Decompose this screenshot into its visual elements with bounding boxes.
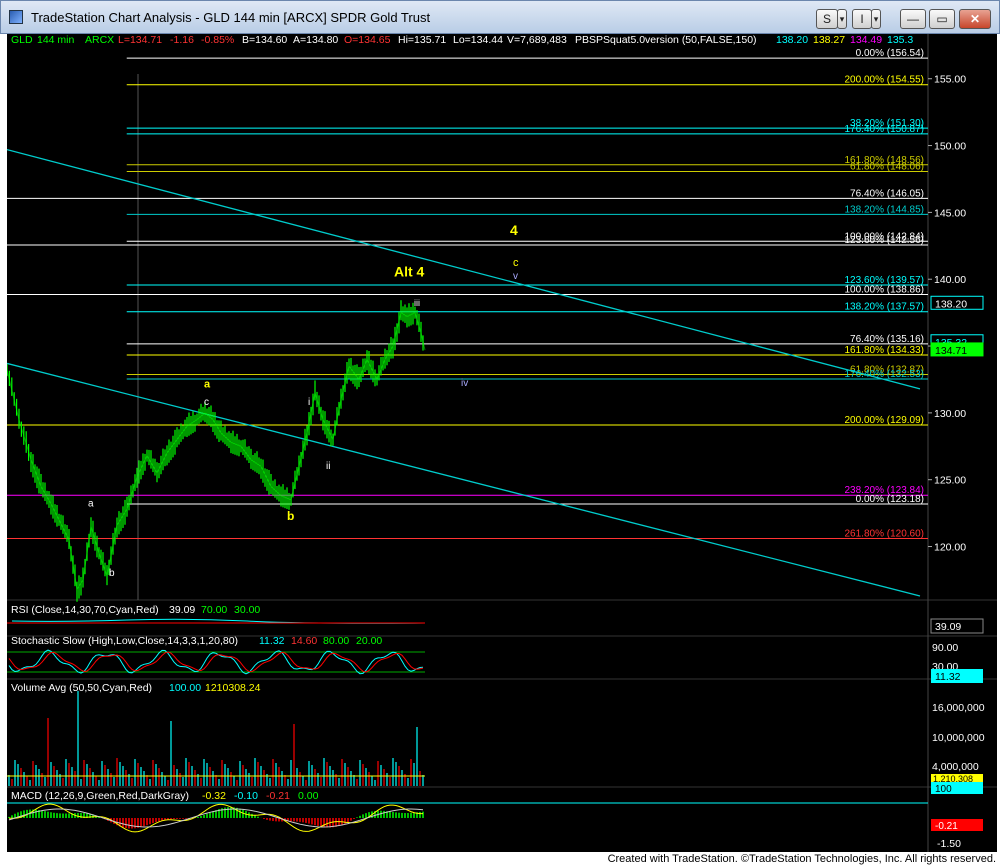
chart-area[interactable]: GLD 144 min ARCX L=134.71 -1.16 -0.85% B…: [6, 34, 997, 852]
header-exchange: ARCX: [85, 34, 114, 46]
header-change-pct: -0.85%: [201, 34, 234, 46]
volume-marker-b: 100: [935, 784, 952, 795]
header-ind-v3: 134.49: [850, 34, 882, 46]
fib-label: 0.00% (123.18): [856, 494, 924, 505]
header-ind-v1: 138.20: [776, 34, 808, 46]
stoch-d: 14.60: [291, 635, 317, 647]
rsi-title: RSI (Close,14,30,70,Cyan,Red): [11, 604, 159, 616]
stoch-marker: 11.32: [935, 671, 961, 683]
wave-label: 4: [510, 222, 518, 238]
macd-v3: -0.21: [266, 790, 290, 802]
fib-label: 176.40% (150.87): [844, 124, 924, 135]
footer-copyright: Created with TradeStation. ©TradeStation…: [0, 852, 1000, 867]
rsi-upper: 70.00: [201, 604, 227, 616]
header-bid: B=134.60: [242, 34, 287, 46]
wave-label: Alt 4: [394, 264, 425, 280]
fib-label: 61.80% (148.06): [850, 161, 924, 172]
volume-title: Volume Avg (50,50,Cyan,Red): [11, 682, 152, 694]
header-volume: V=7,689,483: [507, 34, 567, 46]
header-ind-v4: 135.3: [887, 34, 913, 46]
header-low: Lo=134.44: [453, 34, 503, 46]
header-symbol: GLD: [11, 34, 33, 46]
header-interval: 144 min: [37, 34, 75, 46]
price-marker-label: 138.20: [935, 298, 967, 310]
stoch-upper: 80.00: [323, 635, 349, 647]
volume-tick-10m: 10,000,000: [932, 732, 985, 744]
pin-dropdown-button[interactable]: ▾: [871, 9, 881, 29]
stoch-tick-90: 90.00: [932, 642, 958, 654]
macd-v1: -0.32: [202, 790, 226, 802]
rsi-lower: 30.00: [234, 604, 260, 616]
volume-v1: 100.00: [169, 682, 201, 694]
wave-label: c: [513, 257, 519, 269]
maximize-button[interactable]: ▭: [929, 9, 955, 29]
macd-v4: 0.00: [298, 790, 319, 802]
wave-label: iv: [461, 378, 468, 389]
fib-label: 261.80% (120.60): [844, 529, 924, 540]
rsi-marker: 39.09: [935, 621, 961, 633]
header-last: L=134.71: [118, 34, 162, 46]
rsi-value: 39.09: [169, 604, 195, 616]
header-ask: A=134.80: [293, 34, 338, 46]
stoch-title: Stochastic Slow (High,Low,Close,14,3,3,1…: [11, 635, 238, 647]
header-indicator: PBSPSquat5.0version (50,FALSE,150): [575, 34, 757, 46]
minimize-button[interactable]: —: [900, 9, 926, 29]
axis-tick-label: 145.00: [934, 207, 966, 219]
axis-tick-label: 120.00: [934, 542, 966, 554]
fib-label: 123.60% (142.56): [844, 235, 924, 246]
window-titlebar: TradeStation Chart Analysis - GLD 144 mi…: [0, 0, 1000, 34]
volume-tick-4m: 4,000,000: [932, 761, 979, 773]
axis-tick-label: 155.00: [934, 74, 966, 86]
wave-label: iii: [414, 298, 420, 308]
fib-label: 200.00% (129.09): [844, 415, 924, 426]
axis-tick-label: 130.00: [934, 408, 966, 420]
pin-button[interactable]: I: [852, 9, 872, 29]
stoch-k: 11.32: [259, 635, 285, 647]
price-marker-label: 134.71: [935, 345, 967, 357]
fib-label: 100.00% (138.86): [844, 284, 924, 295]
header-ind-v2: 138.27: [813, 34, 845, 46]
header-open: O=134.65: [344, 34, 391, 46]
macd-marker: -0.21: [935, 821, 958, 832]
wave-label: b: [287, 509, 294, 523]
volume-tick-16m: 16,000,000: [932, 702, 985, 714]
macd-title: MACD (12,26,9,Green,Red,DarkGray): [11, 790, 189, 802]
fib-label: 76.40% (146.05): [850, 188, 924, 199]
s-button[interactable]: S: [816, 9, 838, 29]
axis-tick-label: 140.00: [934, 274, 966, 286]
chart-svg[interactable]: GLD 144 min ARCX L=134.71 -1.16 -0.85% B…: [6, 34, 997, 852]
fib-label: 138.20% (144.85): [844, 204, 924, 215]
wave-label: v: [513, 271, 518, 282]
wave-label: a: [88, 498, 94, 509]
stoch-lower: 20.00: [356, 635, 382, 647]
fib-label: 0.00% (156.54): [856, 48, 924, 59]
wave-label: ii: [326, 461, 330, 472]
axis-tick-label: 150.00: [934, 141, 966, 153]
fib-label: 176.40% (132.53): [844, 369, 924, 380]
header-high: Hi=135.71: [398, 34, 446, 46]
wave-label: i: [308, 397, 310, 408]
fib-label: 200.00% (154.55): [844, 75, 924, 86]
macd-tick: -1.50: [937, 838, 961, 850]
tradestation-app-icon: [9, 10, 23, 24]
fib-label: 76.40% (135.16): [850, 334, 924, 345]
close-button[interactable]: ✕: [959, 9, 991, 29]
wave-label: a: [204, 378, 211, 390]
window-title: TradeStation Chart Analysis - GLD 144 mi…: [31, 10, 431, 25]
wave-label: c: [204, 397, 209, 408]
volume-v2: 1210308.24: [205, 682, 261, 694]
axis-tick-label: 125.00: [934, 475, 966, 487]
fib-label: 161.80% (134.33): [844, 345, 924, 356]
header-change: -1.16: [170, 34, 194, 46]
s-dropdown-button[interactable]: ▾: [837, 9, 847, 29]
macd-v2: -0.10: [234, 790, 258, 802]
fib-label: 138.20% (137.57): [844, 302, 924, 313]
wave-label: b: [109, 568, 115, 579]
